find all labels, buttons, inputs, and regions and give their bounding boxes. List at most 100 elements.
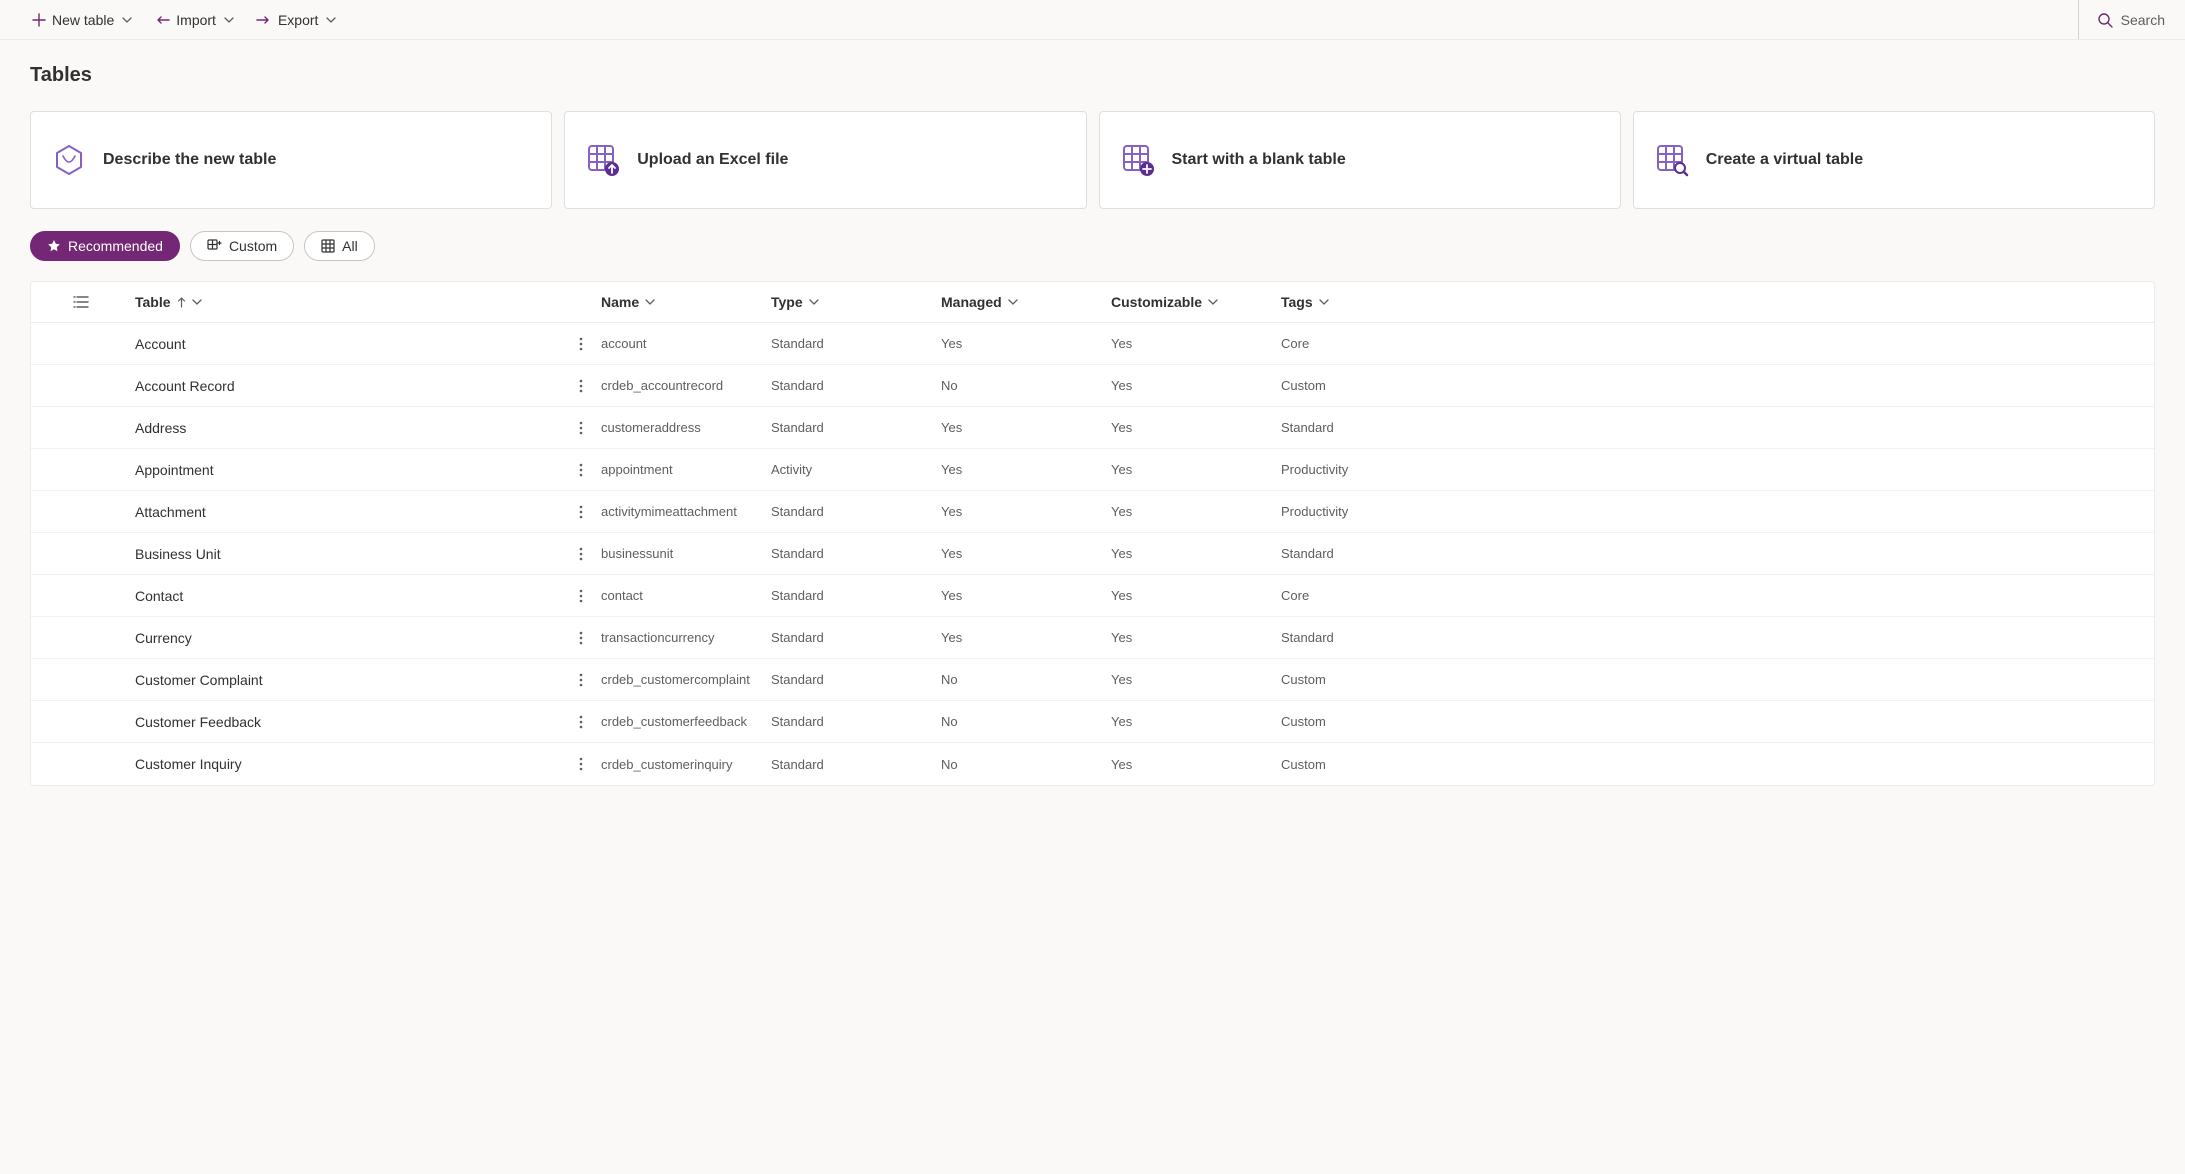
col-header-table[interactable]: Table [131, 294, 561, 310]
card-describe-table[interactable]: Describe the new table [30, 111, 552, 209]
cell-tags: Standard [1281, 546, 2154, 561]
table-row[interactable]: Account account Standard Yes Yes Core [31, 323, 2154, 365]
cell-type: Standard [771, 588, 941, 603]
cell-customizable: Yes [1111, 672, 1281, 687]
star-icon [47, 239, 61, 253]
row-number-header[interactable] [31, 295, 131, 309]
row-actions-button[interactable] [569, 626, 593, 650]
more-vertical-icon [579, 631, 583, 645]
cell-tags: Productivity [1281, 504, 2154, 519]
filter-label: Custom [229, 238, 277, 254]
cell-customizable: Yes [1111, 378, 1281, 393]
table-row[interactable]: Customer Complaint crdeb_customercomplai… [31, 659, 2154, 701]
row-actions-button[interactable] [569, 668, 593, 692]
cell-display-name: Account [131, 336, 561, 352]
cell-tags: Custom [1281, 714, 2154, 729]
col-label: Managed [941, 294, 1002, 310]
filter-row: Recommended Custom All [30, 231, 2155, 261]
cell-managed: Yes [941, 588, 1111, 603]
col-header-managed[interactable]: Managed [941, 294, 1111, 310]
cell-managed: No [941, 757, 1111, 772]
cell-display-name: Account Record [131, 378, 561, 394]
chevron-down-icon [1208, 299, 1218, 305]
cell-display-name: Business Unit [131, 546, 561, 562]
row-menu-cell [561, 710, 601, 734]
col-header-name[interactable]: Name [601, 294, 771, 310]
copilot-icon [51, 142, 87, 178]
col-header-tags[interactable]: Tags [1281, 294, 2154, 310]
more-vertical-icon [579, 379, 583, 393]
card-upload-excel[interactable]: Upload an Excel file [564, 111, 1086, 209]
filter-recommended[interactable]: Recommended [30, 231, 180, 261]
more-vertical-icon [579, 421, 583, 435]
table-row[interactable]: Attachment activitymimeattachment Standa… [31, 491, 2154, 533]
cell-managed: Yes [941, 462, 1111, 477]
export-button[interactable]: Export [254, 8, 338, 32]
filter-custom[interactable]: Custom [190, 231, 294, 261]
table-row[interactable]: Address customeraddress Standard Yes Yes… [31, 407, 2154, 449]
table-row[interactable]: Currency transactioncurrency Standard Ye… [31, 617, 2154, 659]
cell-type: Standard [771, 630, 941, 645]
row-actions-button[interactable] [569, 416, 593, 440]
filter-label: All [342, 238, 358, 254]
table-row[interactable]: Customer Feedback crdeb_customerfeedback… [31, 701, 2154, 743]
row-actions-button[interactable] [569, 332, 593, 356]
search-icon [2097, 12, 2113, 28]
cell-display-name: Appointment [131, 462, 561, 478]
row-menu-cell [561, 584, 601, 608]
plus-icon [32, 13, 46, 27]
cell-managed: Yes [941, 630, 1111, 645]
table-row[interactable]: Customer Inquiry crdeb_customerinquiry S… [31, 743, 2154, 785]
import-button[interactable]: Import [152, 8, 236, 32]
table-row[interactable]: Contact contact Standard Yes Yes Core [31, 575, 2154, 617]
new-table-label: New table [52, 12, 114, 28]
grid-icon [321, 239, 335, 253]
cell-name: businessunit [601, 546, 771, 561]
cell-type: Standard [771, 378, 941, 393]
cell-name: crdeb_accountrecord [601, 378, 771, 393]
filter-all[interactable]: All [304, 231, 375, 261]
cell-tags: Core [1281, 588, 2154, 603]
list-number-icon [73, 295, 89, 309]
content-area: Tables Describe the new table Upload an … [0, 40, 2185, 786]
cell-managed: Yes [941, 336, 1111, 351]
col-header-customizable[interactable]: Customizable [1111, 294, 1281, 310]
cell-tags: Standard [1281, 630, 2154, 645]
row-menu-cell [561, 626, 601, 650]
cell-customizable: Yes [1111, 588, 1281, 603]
cell-display-name: Contact [131, 588, 561, 604]
row-actions-button[interactable] [569, 584, 593, 608]
row-actions-button[interactable] [569, 500, 593, 524]
new-table-button[interactable]: New table [30, 8, 134, 32]
cell-tags: Custom [1281, 378, 2154, 393]
cell-customizable: Yes [1111, 420, 1281, 435]
search-button[interactable]: Search [2078, 0, 2165, 39]
cell-name: crdeb_customerinquiry [601, 757, 771, 772]
cell-type: Standard [771, 714, 941, 729]
col-header-type[interactable]: Type [771, 294, 941, 310]
chevron-down-icon [122, 17, 132, 23]
export-label: Export [278, 12, 318, 28]
row-actions-button[interactable] [569, 710, 593, 734]
cell-name: crdeb_customerfeedback [601, 714, 771, 729]
row-actions-button[interactable] [569, 458, 593, 482]
cell-display-name: Address [131, 420, 561, 436]
row-actions-button[interactable] [569, 752, 593, 776]
cell-type: Activity [771, 462, 941, 477]
table-row[interactable]: Business Unit businessunit Standard Yes … [31, 533, 2154, 575]
row-actions-button[interactable] [569, 542, 593, 566]
row-actions-button[interactable] [569, 374, 593, 398]
cell-customizable: Yes [1111, 630, 1281, 645]
card-blank-table[interactable]: Start with a blank table [1099, 111, 1621, 209]
cell-customizable: Yes [1111, 546, 1281, 561]
row-menu-cell [561, 416, 601, 440]
tables-grid: Table Name Type Managed Customizable [30, 281, 2155, 786]
sort-asc-icon [177, 297, 186, 308]
card-virtual-table[interactable]: Create a virtual table [1633, 111, 2155, 209]
table-row[interactable]: Account Record crdeb_accountrecord Stand… [31, 365, 2154, 407]
import-icon [154, 13, 170, 27]
table-row[interactable]: Appointment appointment Activity Yes Yes… [31, 449, 2154, 491]
cell-managed: No [941, 714, 1111, 729]
cell-type: Standard [771, 504, 941, 519]
chevron-down-icon [1008, 299, 1018, 305]
